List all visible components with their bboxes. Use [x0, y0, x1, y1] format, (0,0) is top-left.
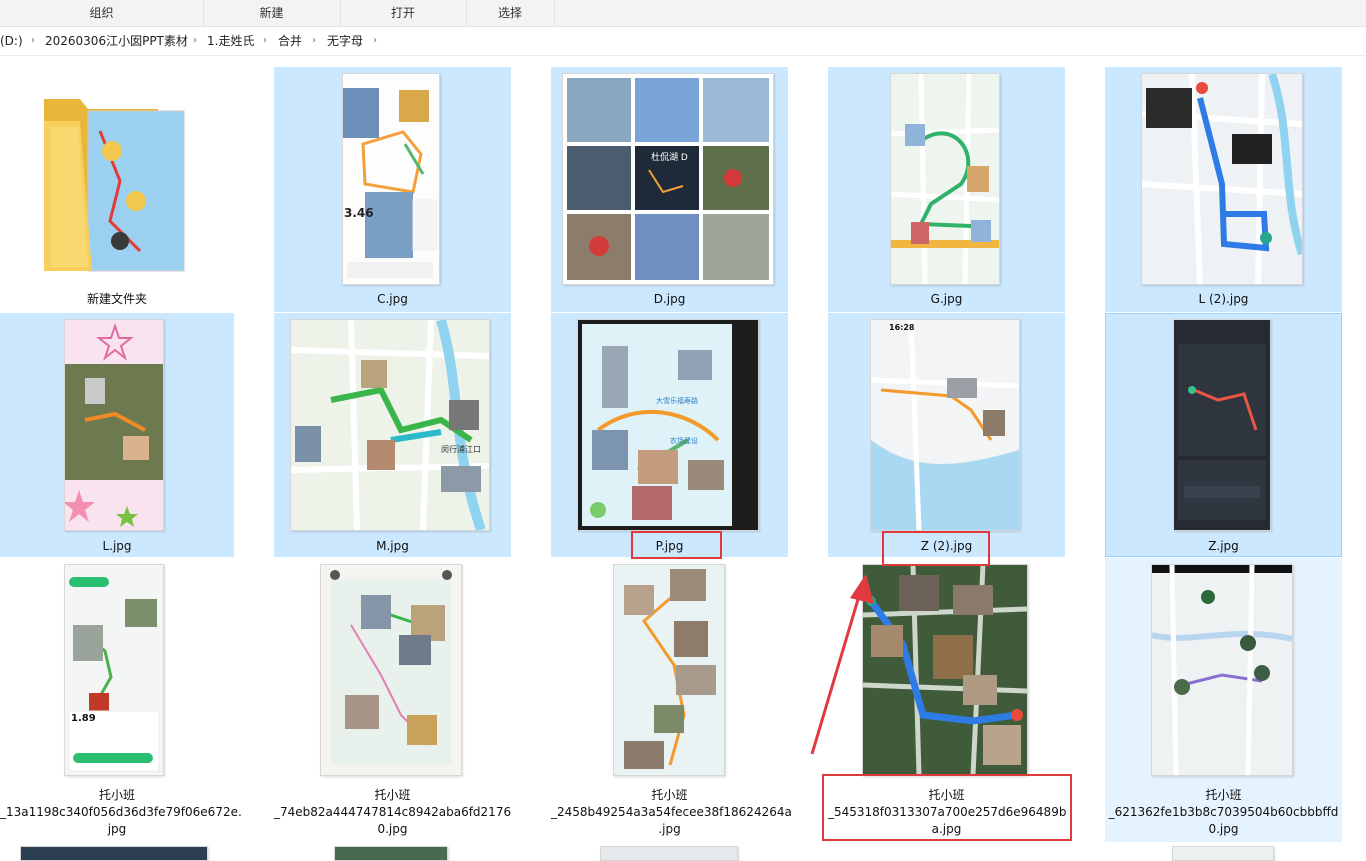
image-thumbnail: [862, 564, 1028, 776]
caption-text: 杜侃湖 D: [651, 153, 688, 163]
banner-text: 农场建设: [670, 437, 698, 445]
image-thumbnail: 16:28: [870, 319, 1020, 531]
file-name-line: 托小班: [651, 788, 688, 802]
file-item[interactable]: L.jpg: [0, 313, 234, 557]
image-thumbnail: [1151, 564, 1293, 776]
chevron-right-icon[interactable]: ›: [373, 27, 377, 55]
file-name-line: _2458b49254a3a54fecee38f18624264a: [551, 805, 792, 819]
file-name: L (2).jpg: [1198, 292, 1249, 306]
place-label: 闵行浦江口: [441, 445, 481, 454]
file-name: Z.jpg: [1208, 539, 1239, 553]
file-name-line: 托小班: [374, 788, 411, 802]
file-name: D.jpg: [653, 292, 686, 306]
image-thumbnail: [1173, 319, 1271, 531]
file-item[interactable]: 托小班 _621362fe1b3b8c7039504b60cbbbffd 0.j…: [1105, 558, 1342, 842]
file-item[interactable]: L (2).jpg: [1105, 67, 1342, 312]
chevron-right-icon[interactable]: ›: [263, 27, 267, 55]
image-thumbnail: [1141, 73, 1303, 285]
file-item[interactable]: 托小班 _2458b49254a3a54fecee38f18624264a .j…: [551, 558, 792, 842]
file-name-line: .jpg: [658, 822, 681, 836]
file-item[interactable]: 1.89 托小班 _13a1198c340f056d36d3fe79f06e67…: [0, 558, 242, 842]
file-name-line: 托小班: [98, 788, 135, 802]
file-item[interactable]: G.jpg: [828, 67, 1065, 312]
highlight-box: [822, 774, 1072, 841]
breadcrumb-item[interactable]: 合并: [278, 27, 302, 55]
distance-text: 3.46: [344, 206, 374, 220]
image-thumbnail: [64, 319, 164, 531]
file-item[interactable]: 16:28 Z (2).jpg: [828, 313, 1065, 557]
image-thumbnail: 大雪乐福寿路 农场建设: [577, 319, 759, 531]
file-name: C.jpg: [377, 292, 408, 306]
address-bar[interactable]: (D:) › 20260306江小囡PPT素材 › 1.走姓氏 › 合并 › 无…: [0, 27, 1366, 56]
file-item[interactable]: 大雪乐福寿路 农场建设 P.jpg: [551, 313, 788, 557]
folder-icon: [40, 91, 190, 276]
new-button[interactable]: 新建: [203, 0, 341, 26]
breadcrumb-item[interactable]: 20260306江小囡PPT素材: [45, 27, 188, 55]
image-thumbnail: [890, 73, 1000, 285]
status-time: 16:28: [889, 323, 915, 332]
file-name-line: _74eb82a444747814c8942aba6fd2176: [274, 805, 512, 819]
file-item[interactable]: Z.jpg: [1105, 313, 1342, 557]
banner-text: 大雪乐福寿路: [656, 397, 698, 405]
annotation-arrow-icon: [810, 574, 874, 755]
chevron-right-icon[interactable]: ›: [312, 27, 316, 55]
file-name-line: _13a1198c340f056d36d3fe79f06e672e.: [0, 805, 242, 819]
file-item[interactable]: 3.46 C.jpg: [274, 67, 511, 312]
file-name: L.jpg: [102, 539, 132, 553]
open-button[interactable]: 打开: [340, 0, 467, 26]
file-item-folder[interactable]: 新建文件夹: [0, 67, 234, 312]
image-thumbnail: 闵行浦江口: [290, 319, 490, 531]
image-thumbnail: 3.46: [342, 73, 440, 285]
file-name: 新建文件夹: [86, 292, 147, 306]
chevron-right-icon[interactable]: ›: [193, 27, 197, 55]
organize-button[interactable]: 组织: [0, 0, 204, 26]
breadcrumb-item[interactable]: 1.走姓氏: [207, 27, 254, 55]
file-item[interactable]: 杜侃湖 D D.jpg: [551, 67, 788, 312]
file-name-line: _621362fe1b3b8c7039504b60cbbbffd: [1108, 805, 1339, 819]
file-name-line: jpg: [107, 822, 127, 836]
file-name: G.jpg: [930, 292, 963, 306]
select-button[interactable]: 选择: [466, 0, 555, 26]
highlight-box: [631, 531, 722, 559]
chevron-right-icon[interactable]: ›: [31, 27, 35, 55]
file-item[interactable]: 托小班 _74eb82a444747814c8942aba6fd2176 0.j…: [274, 558, 511, 842]
file-name-line: 0.jpg: [377, 822, 408, 836]
image-thumbnail: 1.89: [64, 564, 164, 776]
image-thumbnail: [320, 564, 462, 776]
file-item[interactable]: 闵行浦江口 M.jpg: [274, 313, 511, 557]
command-bar: 组织 新建 打开 选择: [0, 0, 1366, 27]
file-name: M.jpg: [376, 539, 409, 553]
breadcrumb-drive[interactable]: (D:): [0, 27, 23, 55]
highlight-box: [882, 531, 990, 566]
file-name-line: 0.jpg: [1208, 822, 1239, 836]
file-name-line: 托小班: [1205, 788, 1242, 802]
image-thumbnail: 杜侃湖 D: [562, 73, 774, 285]
image-thumbnail: [613, 564, 725, 776]
breadcrumb-item[interactable]: 无字母: [327, 27, 363, 55]
distance-text: 1.89: [71, 713, 96, 724]
